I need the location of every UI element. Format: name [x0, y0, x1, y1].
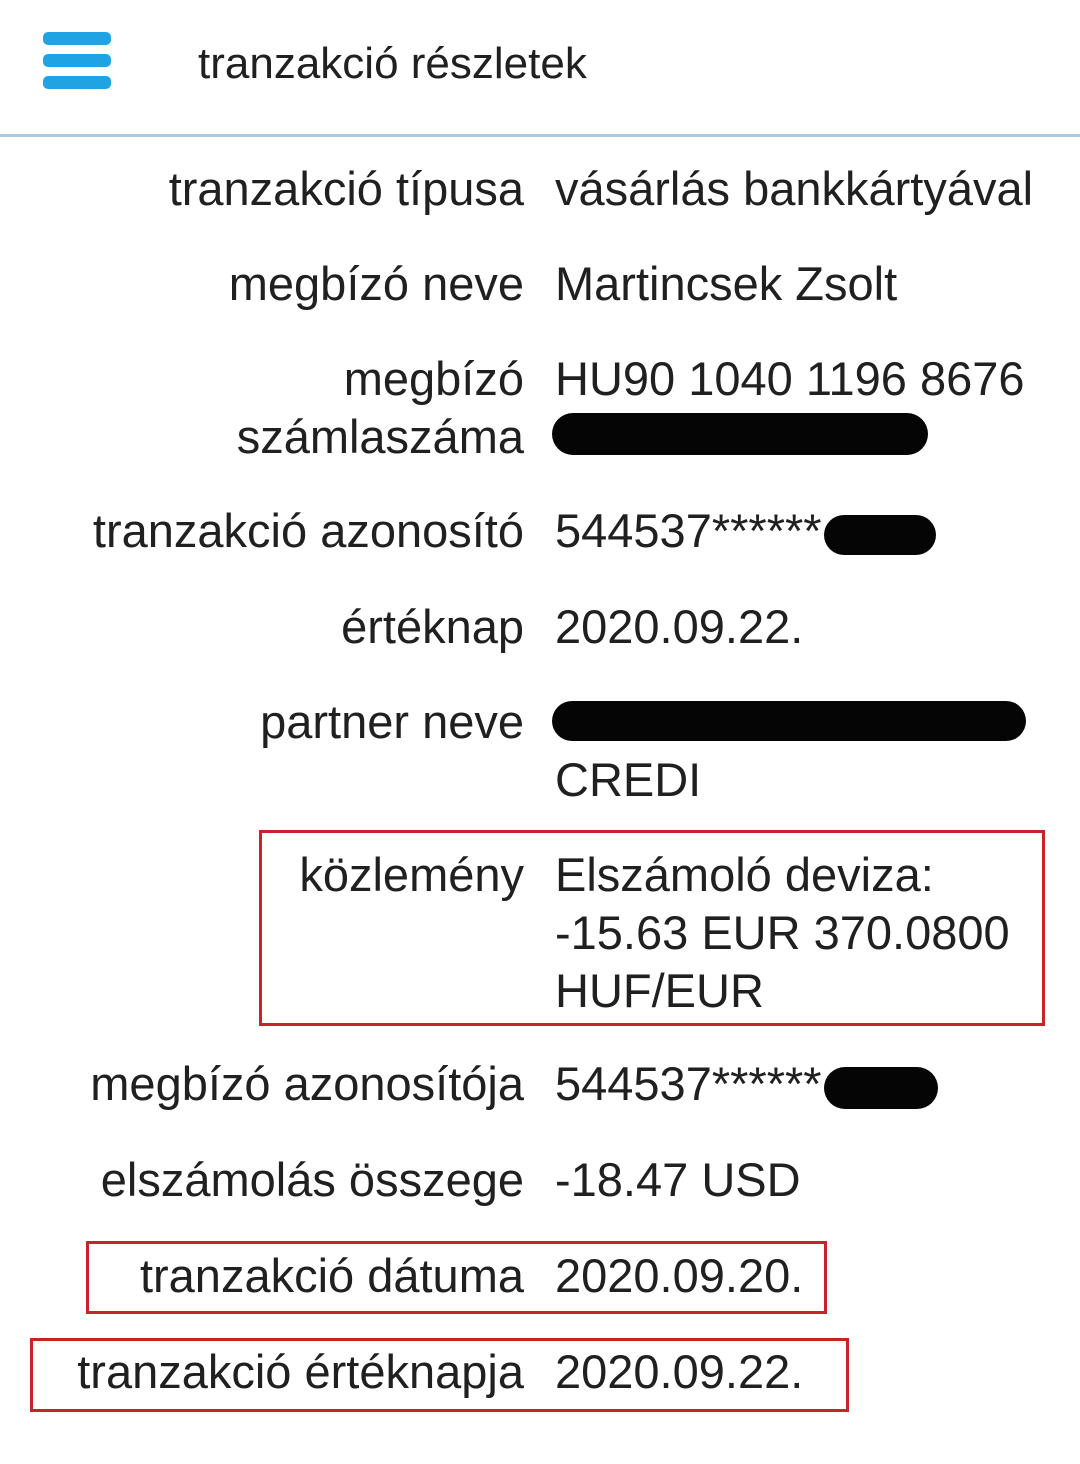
type-label: tranzakció típusa: [168, 162, 524, 215]
hamburger-menu-icon[interactable]: [43, 32, 111, 90]
redacted-mark: [823, 514, 936, 555]
header-divider: [0, 134, 1080, 137]
payer-id-text: 544537******: [555, 1057, 822, 1110]
note-label: közlemény: [299, 848, 524, 901]
settlement-amount-label: elszámolás összege: [100, 1153, 524, 1206]
note-line-1: Elszámoló deviza:: [555, 848, 934, 901]
transaction-value-date-label: tranzakció értéknapja: [77, 1345, 524, 1398]
menu-bar: [43, 76, 111, 89]
transaction-date-value: 2020.09.20.: [555, 1249, 804, 1302]
redacted-mark: [552, 701, 1026, 741]
value-date-value: 2020.09.22.: [555, 600, 804, 653]
payer-account-label-line1: megbízó: [343, 352, 524, 405]
transaction-id-value: 544537******: [555, 502, 1075, 560]
transaction-value-date-value: 2020.09.22.: [555, 1345, 804, 1398]
note-line-2: -15.63 EUR 370.0800: [555, 906, 1010, 959]
transaction-id-label: tranzakció azonosító: [92, 504, 524, 557]
transaction-id-text: 544537******: [555, 504, 822, 557]
payer-account-label-line2: számlaszáma: [236, 410, 524, 463]
transaction-date-label: tranzakció dátuma: [139, 1249, 524, 1302]
settlement-amount-value: -18.47 USD: [555, 1153, 801, 1206]
page-title: tranzakció részletek: [198, 39, 587, 88]
payer-id-value: 544537******: [555, 1055, 1075, 1113]
partner-name-value: CREDI: [555, 753, 702, 806]
payer-id-label: megbízó azonosítója: [90, 1057, 524, 1110]
note-line-3: HUF/EUR: [555, 964, 764, 1017]
payer-name-value: Martincsek Zsolt: [555, 257, 898, 310]
redacted-mark: [552, 413, 928, 455]
payer-name-label: megbízó neve: [228, 257, 524, 310]
menu-bar: [43, 32, 111, 45]
value-date-label: értéknap: [341, 600, 524, 653]
partner-name-label: partner neve: [260, 695, 524, 748]
app-header: tranzakció részletek: [0, 0, 1080, 137]
redacted-mark: [823, 1066, 938, 1109]
payer-account-value: HU90 1040 1196 8676: [555, 352, 1025, 405]
menu-bar: [43, 54, 111, 67]
type-value: vásárlás bankkártyával: [555, 162, 1034, 215]
